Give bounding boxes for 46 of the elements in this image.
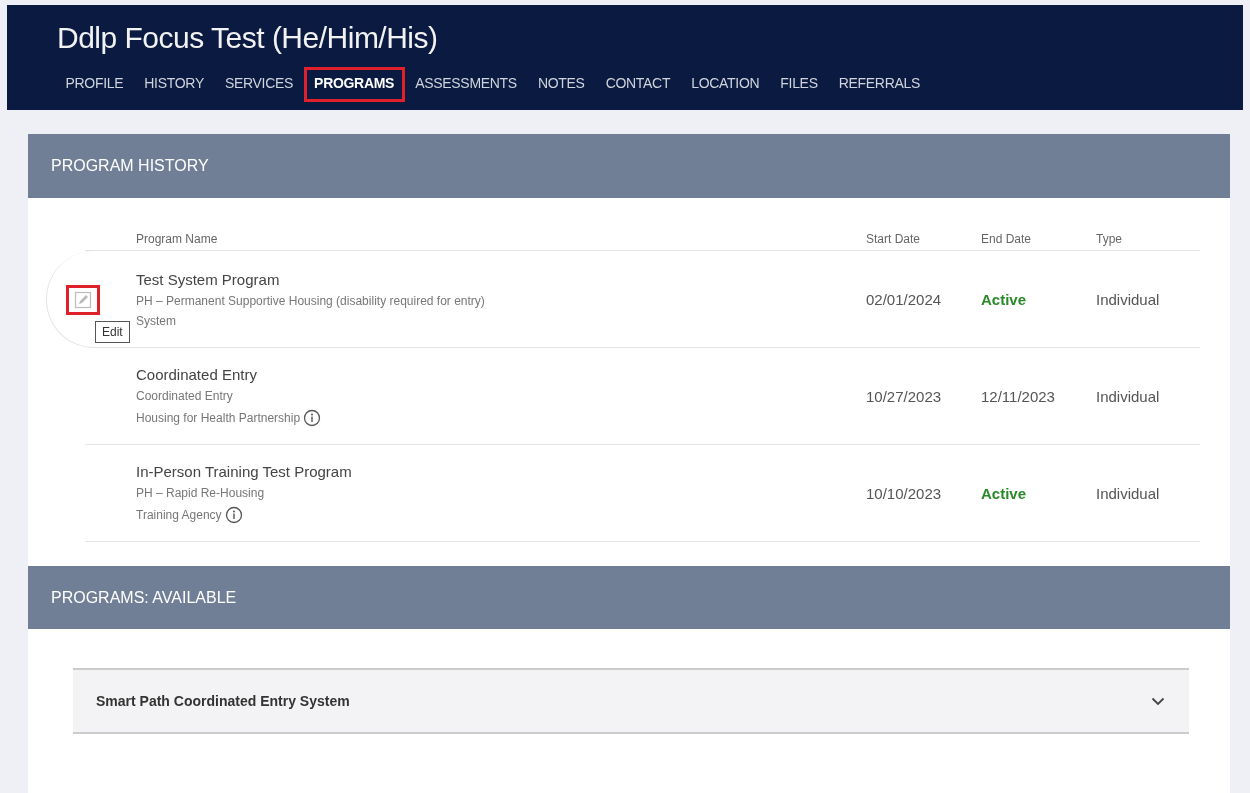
nav-tab[interactable]: FILES	[769, 67, 829, 102]
accordion-item[interactable]: Smart Path Coordinated Entry System	[73, 668, 1189, 734]
agency-name: Housing for Health Partnership	[136, 410, 301, 425]
pencil-icon	[74, 291, 92, 309]
info-icon[interactable]	[224, 505, 243, 524]
start-date: 02/01/2024	[866, 290, 943, 308]
project-type: PH – Permanent Supportive Housing (disability required for entry)	[136, 293, 486, 308]
chevron-icon	[1151, 696, 1165, 706]
program-name: Test System Program	[136, 270, 281, 288]
section-title: PROGRAM HISTORY	[51, 157, 209, 175]
program-name: Coordinated Entry	[136, 365, 258, 383]
section-title: PROGRAMS: AVAILABLE	[51, 588, 237, 607]
column-header: Start Date	[866, 232, 922, 246]
tooltip: Edit	[95, 321, 130, 343]
column-header: Type	[1096, 232, 1123, 246]
nav-tab[interactable]: ASSESSMENTS	[404, 67, 528, 102]
nav-tab[interactable]: SERVICES	[214, 67, 304, 102]
end-date: Active	[981, 290, 1028, 308]
project-type: Coordinated Entry	[136, 388, 234, 403]
program-group-title: Smart Path Coordinated Entry System	[96, 693, 350, 709]
start-date: 10/27/2023	[866, 387, 943, 405]
program-row[interactable]: In-Person Training Test Program PH – Rapid Re-Housing Training Agency 10/10/2023 Active Individual	[85, 445, 1200, 542]
nav-tab[interactable]: CONTACT	[595, 67, 681, 102]
column-header: Program Name	[136, 232, 219, 246]
end-date: Active	[981, 484, 1028, 502]
column-header: End Date	[981, 232, 1033, 246]
end-date: 12/11/2023	[981, 387, 1056, 405]
nav-tab[interactable]: PROGRAMS	[303, 67, 405, 102]
client-name: Ddlp Focus Test (He/Him/His)	[57, 21, 439, 55]
project-type: PH – Rapid Re-Housing	[136, 485, 266, 500]
nav-tab[interactable]: HISTORY	[133, 67, 215, 102]
program-row[interactable]: Coordinated Entry Coordinated Entry Housing for Health Partnership 10/27/2023 12/11/2023 Individual	[85, 348, 1200, 445]
start-date: 10/10/2023	[866, 484, 943, 502]
nav-tab[interactable]: REFERRALS	[828, 67, 931, 102]
info-icon[interactable]	[303, 408, 322, 427]
program-name: In-Person Training Test Program	[136, 462, 353, 480]
nav-tab[interactable]: LOCATION	[680, 67, 770, 102]
program-type: Individual	[1096, 387, 1161, 405]
program-type: Individual	[1096, 484, 1161, 502]
program-type: Individual	[1096, 290, 1161, 308]
nav-tab[interactable]: PROFILE	[55, 67, 134, 102]
nav-tab[interactable]: NOTES	[527, 67, 596, 102]
program-row[interactable]: Edit Test System Program PH – Permanent Supportive Housing (disability required for entry) System 02/01/2024 Active Individual	[46, 251, 1200, 348]
agency-name: System	[136, 313, 176, 328]
agency-name: Training Agency	[136, 507, 222, 522]
edit-button[interactable]	[66, 285, 100, 315]
